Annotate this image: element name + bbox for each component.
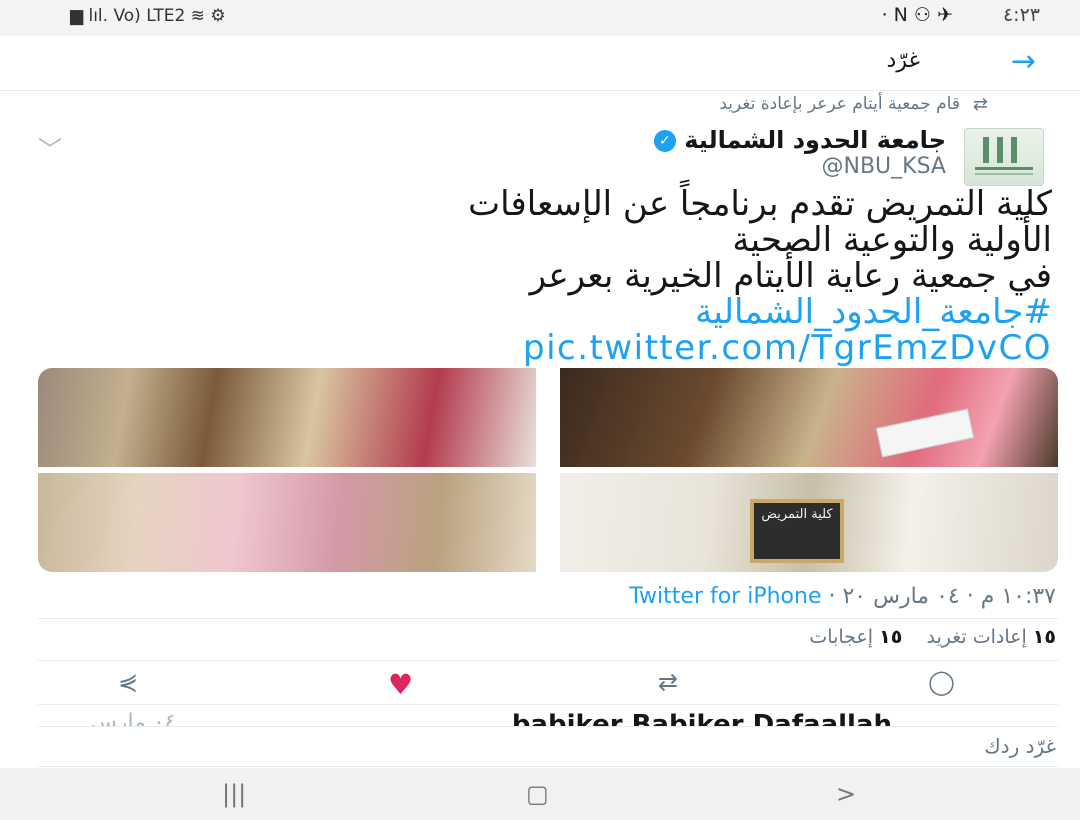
home-button[interactable]: ▢ <box>526 780 549 808</box>
tweet-source-link[interactable]: Twitter for iPhone <box>629 584 821 609</box>
system-nav-bar: ||| ▢ > <box>0 768 1080 820</box>
share-icon[interactable]: ⋞ <box>118 668 138 696</box>
chalkboard-sign: كلية التمريض <box>750 499 844 563</box>
photo-2[interactable] <box>38 368 536 467</box>
tweet-time: ١٠:٣٧ م <box>980 584 1056 609</box>
photo-4[interactable] <box>38 473 536 572</box>
status-bar: ▆ lıl. Vo) LTE2 ≋ ⚙ · N ⚇ ✈ ٤:٢٣ <box>0 0 1080 36</box>
author-handle[interactable]: @NBU_KSA <box>821 154 946 179</box>
peek-date: ٠٤ مارس <box>90 710 177 726</box>
status-right-icons: · N ⚇ ✈ <box>881 4 953 26</box>
tweet-line-1: كلية التمريض تقدم برنامجاً عن الإسعافات <box>468 184 1052 224</box>
retweet-icon: ⇄ <box>972 94 988 115</box>
meta-separator-2: · <box>821 584 843 609</box>
meta-separator: · <box>959 584 981 609</box>
retweets-label: إعادات تغريد <box>926 626 1027 648</box>
divider <box>38 766 1058 767</box>
chevron-down-icon[interactable]: ﹀ <box>38 130 62 165</box>
avatar[interactable] <box>964 128 1044 186</box>
likes-count: ١٥ <box>879 626 903 648</box>
status-left-icons: ▆ lıl. Vo) LTE2 ≋ ⚙ <box>70 6 226 26</box>
tweet-date: ٠٤ مارس ٢٠ <box>842 584 960 609</box>
verified-badge-icon: ✓ <box>653 130 676 152</box>
next-tweet-peek[interactable]: babiker Babiker Dafaallah ٠٤ مارس <box>0 706 1080 726</box>
page-title: غرّد <box>886 48 920 73</box>
likes-label: إعجابات <box>809 626 874 648</box>
photo-1[interactable] <box>560 368 1058 467</box>
tweet-meta: ١٠:٣٧ م · ٠٤ مارس ٢٠ · Twitter for iPhon… <box>629 584 1056 609</box>
back-button[interactable]: > <box>836 780 856 808</box>
author-name[interactable]: جامعة الحدود الشمالية ✓ <box>648 126 946 154</box>
retweeted-by-note[interactable]: قام جمعية أيتام عرعر بإعادة تغريد <box>719 94 960 114</box>
divider <box>38 704 1058 705</box>
photo-3[interactable]: كلية التمريض <box>560 473 1058 572</box>
clock: ٤:٢٣ <box>1002 4 1040 26</box>
retweets-count: ١٥ <box>1032 626 1056 648</box>
pic-link[interactable]: pic.twitter.com/TgrEmzDvCO <box>42 330 1052 366</box>
recent-apps-button[interactable]: ||| <box>222 780 246 808</box>
reply-input[interactable]: غرّد ردك <box>984 734 1056 758</box>
photo-card <box>875 408 975 458</box>
divider <box>38 660 1058 661</box>
peek-author-name: babiker Babiker Dafaallah <box>511 710 892 726</box>
tweet-text: كلية التمريض تقدم برنامجاً عن الإسعافات … <box>42 186 1052 366</box>
likes-stat[interactable]: ١٥ إعجابات <box>809 626 902 648</box>
retweet-button-icon[interactable]: ⇄ <box>658 668 678 696</box>
media-grid: كلية التمريض <box>38 368 1058 572</box>
tweet-stats: ١٥ إعادات تغريد ١٥ إعجابات <box>809 626 1056 648</box>
tweet-actions: ⋞ ♥ ⇄ ◯ <box>38 668 1058 704</box>
author-name-text: جامعة الحدود الشمالية <box>684 126 946 154</box>
retweets-stat[interactable]: ١٥ إعادات تغريد <box>926 626 1056 648</box>
status-right: · N ⚇ ✈ ٤:٢٣ <box>882 4 1040 26</box>
tweet-line-3: في جمعية رعاية الأيتام الخيرية بعرعر <box>529 256 1052 296</box>
hashtag-link[interactable]: #جامعة_الحدود_الشمالية <box>42 294 1052 330</box>
header: → غرّد <box>0 36 1080 91</box>
heart-icon[interactable]: ♥ <box>388 668 413 701</box>
arrow-right-icon[interactable]: → <box>1011 44 1036 79</box>
divider <box>38 618 1058 619</box>
tweet-line-2: الأولية والتوعية الصحية <box>732 220 1052 260</box>
reply-icon[interactable]: ◯ <box>928 668 955 696</box>
divider <box>38 726 1058 727</box>
